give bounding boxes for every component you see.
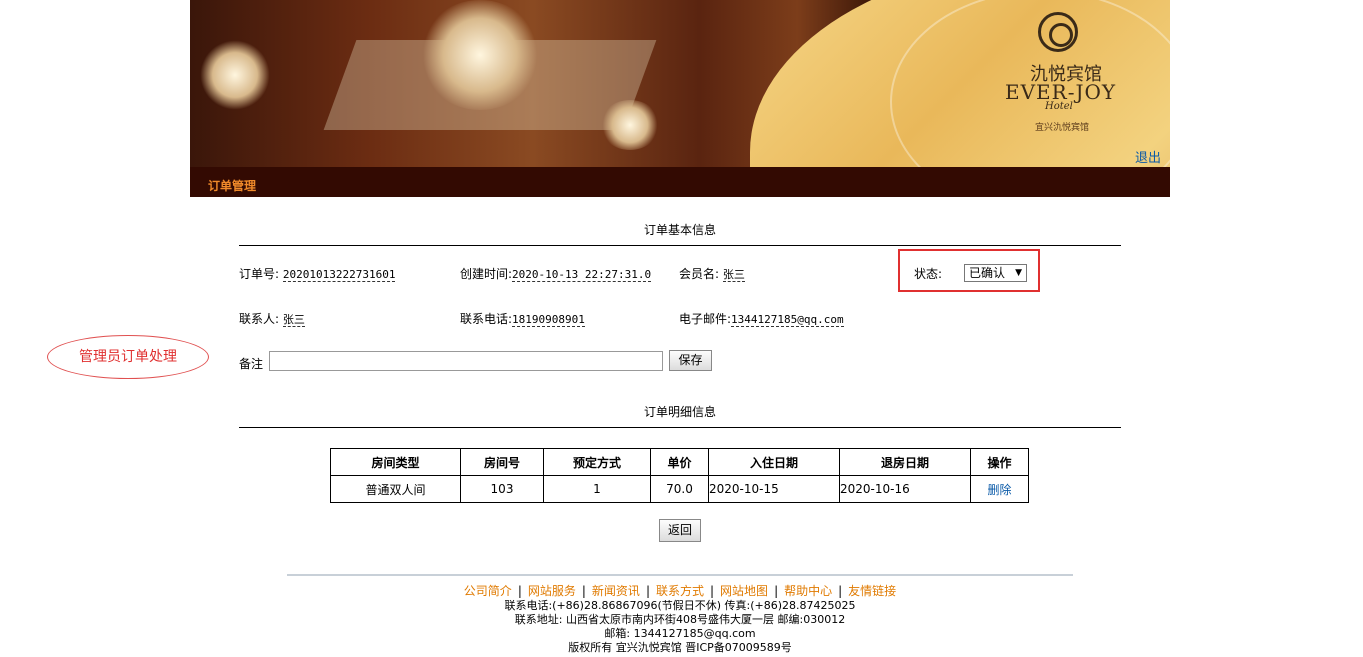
note-label: 备注 — [239, 357, 264, 371]
column-header: 房间号 — [460, 448, 544, 476]
table-header-row: 房间类型 房间号 预定方式 单价 入住日期 退房日期 操作 — [330, 448, 1029, 476]
order-details-title: 订单明细信息 — [643, 405, 716, 419]
created-field: 创建时间:2020-10-13 22:27:31.0 — [460, 265, 652, 282]
check-out-cell: 2020-10-16 — [839, 475, 971, 503]
member-label: 会员名: — [679, 267, 720, 281]
price-cell: 70.0 — [650, 475, 709, 503]
action-cell: 删除 — [970, 475, 1029, 503]
order-no-field: 订单号: 20201013222731601 — [239, 265, 396, 282]
delete-link[interactable]: 删除 — [987, 483, 1011, 497]
status-label: 状态: — [914, 267, 943, 281]
wall-lamp-image — [200, 40, 270, 110]
footer-link-about[interactable]: 公司简介 — [464, 584, 512, 598]
status-select-value: 已确认 — [969, 266, 1006, 280]
chandelier-image — [420, 0, 540, 110]
footer-divider — [287, 574, 1073, 576]
nav-bar: 订单管理 — [190, 167, 1170, 197]
room-type-cell: 普通双人间 — [330, 475, 461, 503]
save-button[interactable]: 保存 — [669, 350, 712, 371]
member-value: 张三 — [722, 268, 745, 282]
footer-link-help[interactable]: 帮助中心 — [784, 584, 832, 598]
footer-link-news[interactable]: 新闻资讯 — [592, 584, 640, 598]
order-no-value: 20201013222731601 — [282, 268, 396, 282]
email-field: 电子邮件:1344127185@qq.com — [679, 310, 844, 327]
hotel-logo-icon — [1038, 12, 1078, 52]
status-select[interactable]: 已确认 ▼ — [964, 264, 1027, 282]
created-label: 创建时间: — [460, 267, 513, 281]
footer-link-sitemap[interactable]: 网站地图 — [720, 584, 768, 598]
note-input[interactable] — [269, 351, 663, 371]
footer-link-services[interactable]: 网站服务 — [528, 584, 576, 598]
contact-field: 联系人: 张三 — [239, 310, 305, 327]
contact-label: 联系人: — [239, 312, 280, 326]
order-no-label: 订单号: — [239, 267, 280, 281]
logout-link[interactable]: 退出 — [1135, 147, 1161, 166]
footer-link-contact[interactable]: 联系方式 — [656, 584, 704, 598]
room-no-cell: 103 — [460, 475, 544, 503]
member-field: 会员名: 张三 — [679, 265, 745, 282]
check-in-cell: 2020-10-15 — [708, 475, 840, 503]
email-label: 电子邮件: — [679, 312, 732, 326]
nav-title[interactable]: 订单管理 — [208, 177, 256, 194]
footer-copyright: 版权所有 宜兴氿悦宾馆 晋ICP备07009589号 — [568, 641, 792, 654]
column-header: 操作 — [970, 448, 1029, 476]
phone-value: 18190908901 — [512, 313, 585, 327]
hotel-subtitle: 宜兴氿悦宾馆 — [1035, 123, 1090, 133]
column-header: 入住日期 — [708, 448, 840, 476]
column-header: 单价 — [650, 448, 709, 476]
order-info-title: 订单基本信息 — [643, 223, 716, 237]
booking-method-cell: 1 — [543, 475, 651, 503]
created-value: 2020-10-13 22:27:31.0 — [512, 268, 652, 282]
chandelier-image-small — [600, 100, 660, 150]
phone-label: 联系电话: — [460, 312, 513, 326]
column-header: 退房日期 — [839, 448, 971, 476]
column-header: 预定方式 — [543, 448, 651, 476]
contact-value: 张三 — [282, 313, 305, 327]
admin-order-annotation: 管理员订单处理 — [47, 335, 209, 379]
divider — [239, 427, 1121, 428]
chevron-down-icon: ▼ — [1015, 268, 1022, 278]
divider — [239, 245, 1121, 246]
email-value: 1344127185@qq.com — [731, 313, 844, 327]
column-header: 房间类型 — [330, 448, 461, 476]
hotel-name-hotel: Hotel — [1045, 101, 1073, 112]
back-button[interactable]: 返回 — [659, 519, 701, 542]
footer-link-friends[interactable]: 友情链接 — [848, 584, 896, 598]
order-details-table: 房间类型 房间号 预定方式 单价 入住日期 退房日期 操作 普通双人间 103 … — [330, 448, 1029, 503]
table-row: 普通双人间 103 1 70.0 2020-10-15 2020-10-16 删… — [330, 475, 1029, 503]
phone-field: 联系电话:18190908901 — [460, 310, 585, 327]
